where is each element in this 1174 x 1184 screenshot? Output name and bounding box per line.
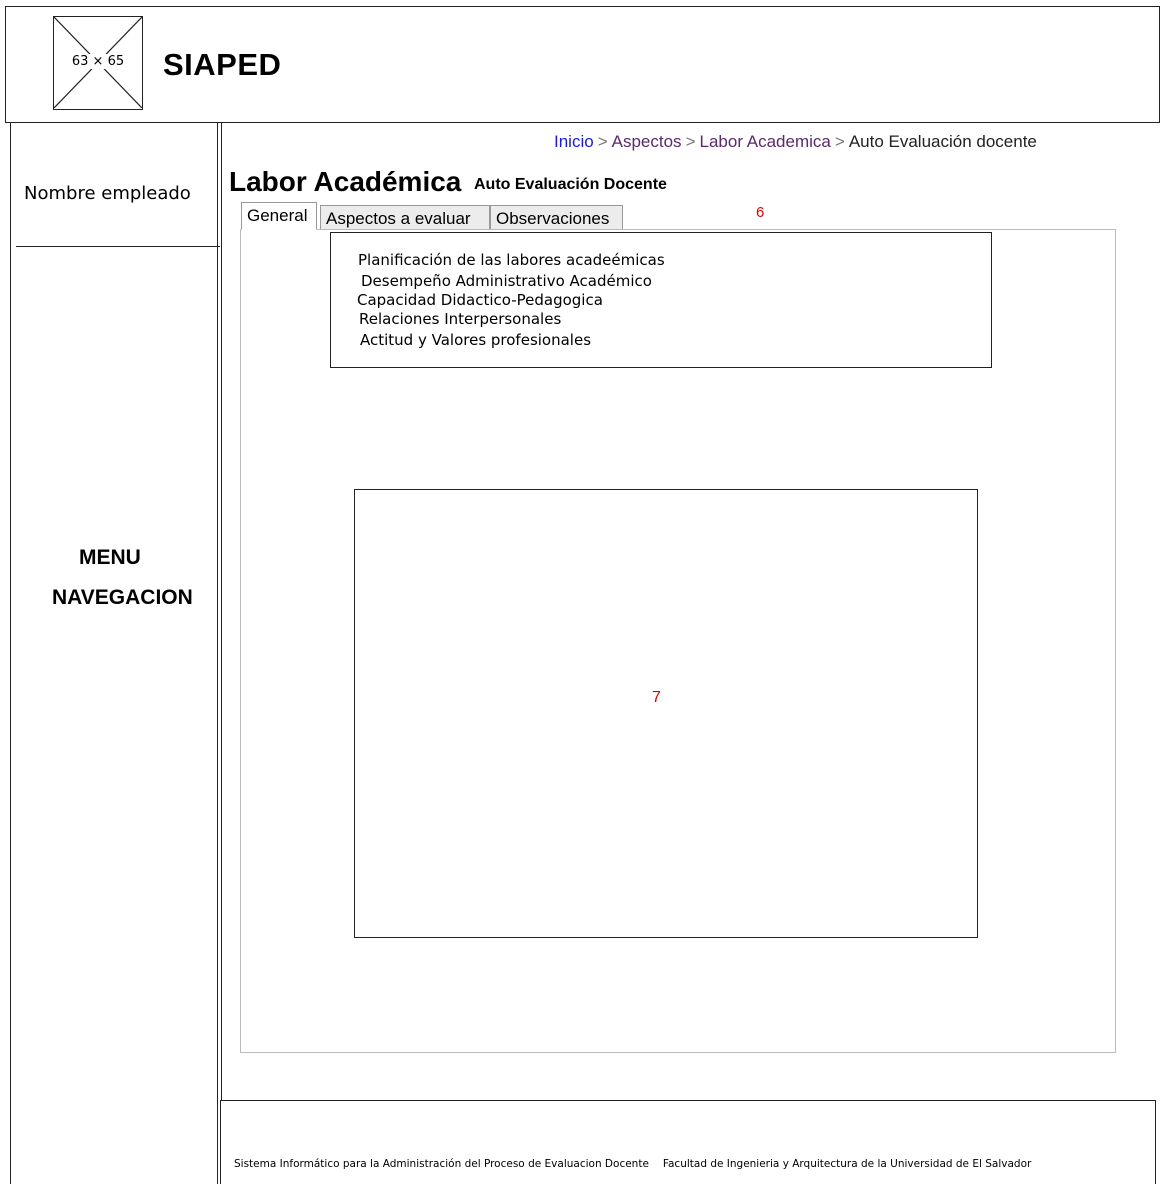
- aspects-list: Planificación de las labores acadeémicas…: [330, 232, 992, 368]
- footer-text: Sistema Informático para la Administraci…: [234, 1158, 1031, 1170]
- breadcrumb-link-labor-academica[interactable]: Labor Academica: [700, 132, 831, 151]
- page-title: Labor Académica: [229, 166, 462, 197]
- breadcrumb-separator: >: [834, 132, 845, 151]
- content-area: [354, 489, 978, 938]
- footer-faculty: Facultad de Ingenieria y Arquitectura de…: [662, 1158, 1032, 1170]
- breadcrumb-current: Auto Evaluación docente: [848, 132, 1037, 151]
- menu-label-line1: MENU: [79, 546, 141, 569]
- aspect-item[interactable]: Actitud y Valores profesionales: [360, 331, 591, 349]
- aspect-item[interactable]: Desempeño Administrativo Académico: [361, 272, 652, 290]
- logo-image-placeholder: 63 × 65: [53, 16, 143, 110]
- menu-label-line2: NAVEGACION: [52, 586, 193, 609]
- aspect-item[interactable]: Planificación de las labores acadeémicas: [358, 251, 665, 269]
- navigation-menu[interactable]: MENU NAVEGACION: [52, 538, 193, 618]
- aspect-item[interactable]: Relaciones Interpersonales: [359, 310, 561, 328]
- sidebar: [10, 123, 218, 1184]
- logo-dimensions: 63 × 65: [69, 54, 127, 69]
- footer: [220, 1100, 1156, 1184]
- annotation-marker-6: 6: [756, 204, 765, 221]
- aspect-item[interactable]: Capacidad Didactico-Pedagogica: [357, 291, 603, 309]
- footer-system-name: Sistema Informático para la Administraci…: [234, 1158, 649, 1170]
- breadcrumb-separator: >: [597, 132, 608, 151]
- tab-aspectos-a-evaluar[interactable]: Aspectos a evaluar: [320, 205, 490, 230]
- breadcrumb: Inicio > Aspectos > Labor Academica > Auto Eva…: [554, 132, 1037, 152]
- app-title: SIAPED: [163, 47, 282, 82]
- employee-name: Nombre empleado: [24, 183, 191, 204]
- tab-observaciones[interactable]: Observaciones: [490, 205, 623, 230]
- breadcrumb-link-inicio[interactable]: Inicio: [554, 132, 594, 151]
- sidebar-divider: [16, 246, 220, 247]
- page-subtitle: Auto Evaluación Docente: [474, 176, 667, 193]
- breadcrumb-separator: >: [685, 132, 696, 151]
- breadcrumb-link-aspectos[interactable]: Aspectos: [612, 132, 682, 151]
- main-frame-border: [221, 123, 222, 1100]
- tab-general[interactable]: General: [241, 202, 317, 230]
- annotation-marker-7: 7: [652, 689, 661, 706]
